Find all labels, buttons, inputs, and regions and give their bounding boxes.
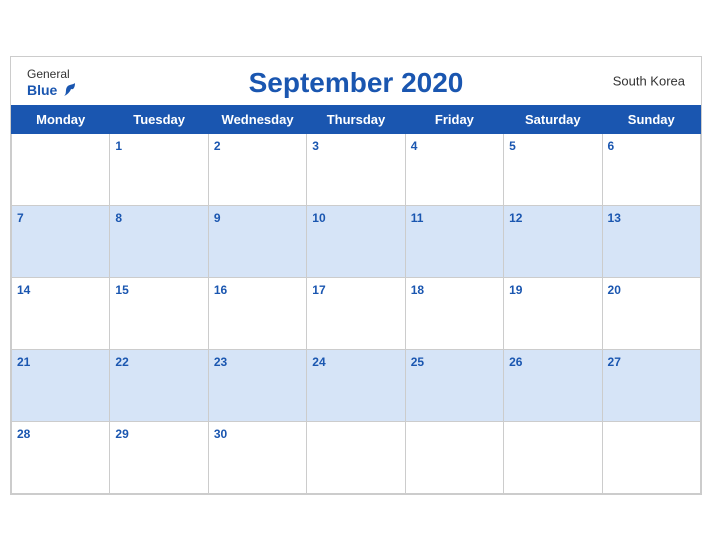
calendar-week-row: 28 29 30 xyxy=(12,421,701,493)
calendar-cell xyxy=(504,421,602,493)
calendar-cell xyxy=(307,421,405,493)
header-thursday: Thursday xyxy=(307,105,405,133)
day-number: 8 xyxy=(115,211,122,225)
day-number: 9 xyxy=(214,211,221,225)
logo: General Blue xyxy=(27,67,77,99)
calendar-header: General Blue September 2020 South Korea xyxy=(11,57,701,105)
calendar-cell: 8 xyxy=(110,205,208,277)
day-number: 19 xyxy=(509,283,522,297)
day-number: 30 xyxy=(214,427,227,441)
day-number: 28 xyxy=(17,427,30,441)
weekday-header-row: Monday Tuesday Wednesday Thursday Friday… xyxy=(12,105,701,133)
header-monday: Monday xyxy=(12,105,110,133)
calendar-cell: 21 xyxy=(12,349,110,421)
calendar-cell: 1 xyxy=(110,133,208,205)
header-sunday: Sunday xyxy=(602,105,700,133)
day-number: 17 xyxy=(312,283,325,297)
calendar-week-row: 7 8 9 10 11 12 13 xyxy=(12,205,701,277)
day-number: 14 xyxy=(17,283,30,297)
calendar-cell: 23 xyxy=(208,349,306,421)
calendar-container: General Blue September 2020 South Korea … xyxy=(10,56,702,495)
calendar-cell: 28 xyxy=(12,421,110,493)
header-friday: Friday xyxy=(405,105,503,133)
calendar-cell: 9 xyxy=(208,205,306,277)
day-number: 6 xyxy=(608,139,615,153)
calendar-cell: 22 xyxy=(110,349,208,421)
day-number: 18 xyxy=(411,283,424,297)
calendar-cell: 30 xyxy=(208,421,306,493)
day-number: 20 xyxy=(608,283,621,297)
calendar-cell: 19 xyxy=(504,277,602,349)
day-number: 1 xyxy=(115,139,122,153)
header-tuesday: Tuesday xyxy=(110,105,208,133)
calendar-cell: 4 xyxy=(405,133,503,205)
calendar-cell: 16 xyxy=(208,277,306,349)
calendar-cell: 2 xyxy=(208,133,306,205)
day-number: 4 xyxy=(411,139,418,153)
calendar-cell: 24 xyxy=(307,349,405,421)
calendar-week-row: 14 15 16 17 18 19 20 xyxy=(12,277,701,349)
logo-general-text: General xyxy=(27,67,70,81)
calendar-cell: 12 xyxy=(504,205,602,277)
calendar-cell: 15 xyxy=(110,277,208,349)
calendar-cell: 29 xyxy=(110,421,208,493)
day-number: 3 xyxy=(312,139,319,153)
calendar-cell: 3 xyxy=(307,133,405,205)
calendar-cell: 14 xyxy=(12,277,110,349)
day-number: 24 xyxy=(312,355,325,369)
day-number: 21 xyxy=(17,355,30,369)
header-wednesday: Wednesday xyxy=(208,105,306,133)
calendar-cell: 13 xyxy=(602,205,700,277)
calendar-title: September 2020 xyxy=(249,67,464,99)
calendar-week-row: 21 22 23 24 25 26 27 xyxy=(12,349,701,421)
calendar-cell: 18 xyxy=(405,277,503,349)
calendar-cell: 10 xyxy=(307,205,405,277)
calendar-cell: 17 xyxy=(307,277,405,349)
day-number: 2 xyxy=(214,139,221,153)
calendar-cell xyxy=(405,421,503,493)
calendar-cell: 6 xyxy=(602,133,700,205)
day-number: 7 xyxy=(17,211,24,225)
day-number: 29 xyxy=(115,427,128,441)
logo-blue-text: Blue xyxy=(27,82,57,98)
day-number: 25 xyxy=(411,355,424,369)
day-number: 26 xyxy=(509,355,522,369)
calendar-cell: 25 xyxy=(405,349,503,421)
day-number: 27 xyxy=(608,355,621,369)
day-number: 13 xyxy=(608,211,621,225)
calendar-cell: 5 xyxy=(504,133,602,205)
logo-bird-icon xyxy=(59,81,77,99)
day-number: 16 xyxy=(214,283,227,297)
day-number: 22 xyxy=(115,355,128,369)
day-number: 23 xyxy=(214,355,227,369)
calendar-cell: 26 xyxy=(504,349,602,421)
day-number: 15 xyxy=(115,283,128,297)
calendar-cell xyxy=(12,133,110,205)
day-number: 12 xyxy=(509,211,522,225)
calendar-cell: 7 xyxy=(12,205,110,277)
calendar-cell xyxy=(602,421,700,493)
country-label: South Korea xyxy=(613,73,685,88)
calendar-cell: 11 xyxy=(405,205,503,277)
day-number: 10 xyxy=(312,211,325,225)
calendar-week-row: 1 2 3 4 5 6 xyxy=(12,133,701,205)
calendar-cell: 20 xyxy=(602,277,700,349)
day-number: 5 xyxy=(509,139,516,153)
calendar-grid: Monday Tuesday Wednesday Thursday Friday… xyxy=(11,105,701,494)
day-number: 11 xyxy=(411,211,424,225)
header-saturday: Saturday xyxy=(504,105,602,133)
calendar-cell: 27 xyxy=(602,349,700,421)
